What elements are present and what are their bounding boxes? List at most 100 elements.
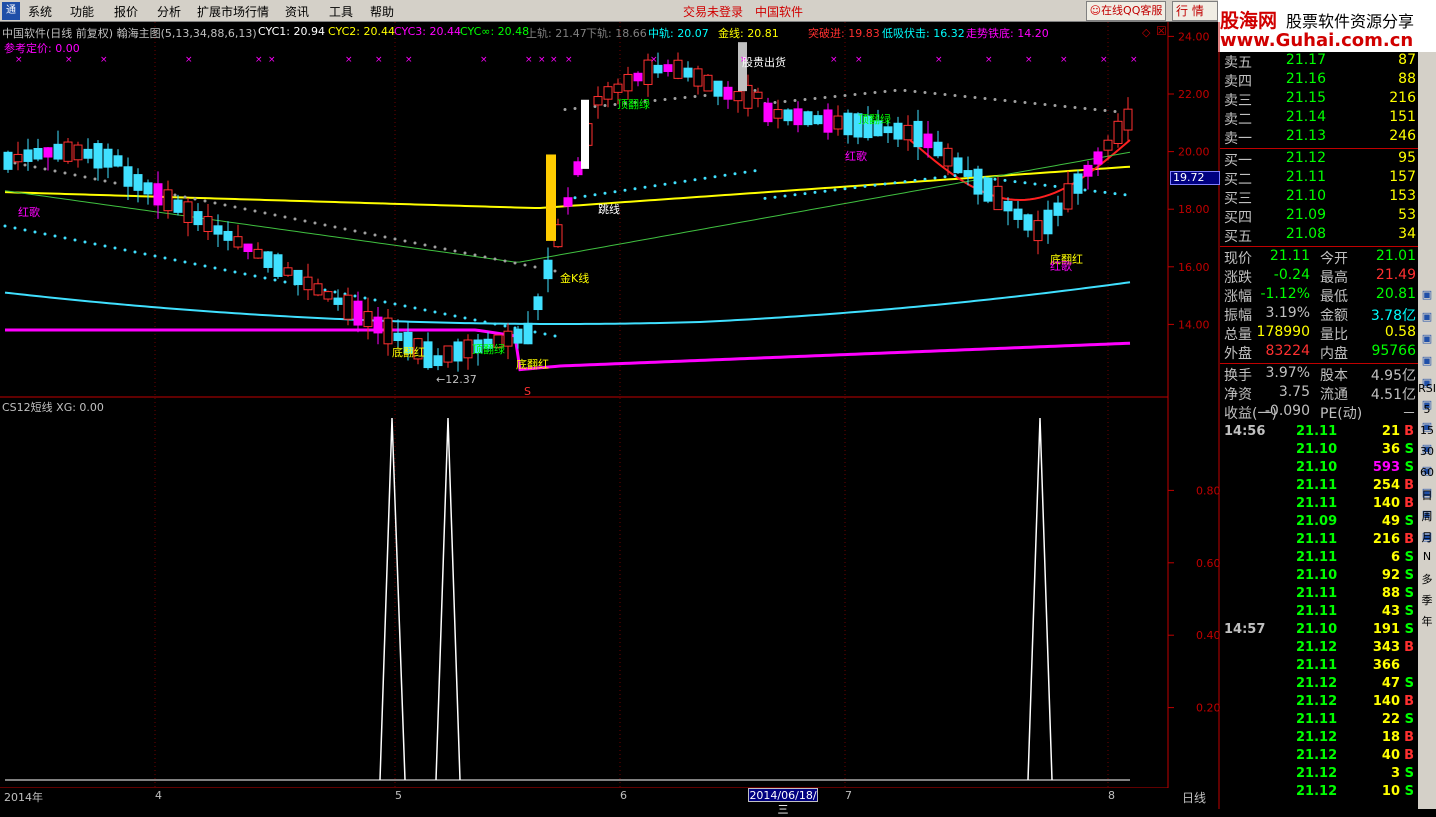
ask-row[interactable]: 卖五 21.17 87	[1220, 52, 1418, 71]
bid-row[interactable]: 买四 21.09 53	[1220, 207, 1418, 226]
lower-band-dot	[623, 188, 627, 192]
upper-band-dot	[183, 195, 187, 199]
upper-band-dot	[943, 93, 947, 96]
upper-band-dot	[923, 91, 927, 94]
tick-side: S	[1404, 784, 1414, 799]
candle-body	[963, 170, 973, 177]
bid-row[interactable]: 买一 21.12 95	[1220, 150, 1418, 169]
tick-row: 21.12 3 S	[1220, 766, 1418, 784]
candle-body	[513, 328, 523, 344]
period-btn-1[interactable]: 5	[1418, 403, 1436, 416]
stat-label: 振幅	[1224, 308, 1252, 324]
bar-icon[interactable]: ▣	[1418, 354, 1436, 367]
upper-band-dot	[413, 241, 417, 245]
cursor-icon[interactable]: ▣	[1418, 288, 1436, 301]
ask-row[interactable]: 卖二 21.14 151	[1220, 109, 1418, 128]
tick-row: 21.11 140 B	[1220, 496, 1418, 514]
quote-volume: 151	[1389, 109, 1416, 125]
upper-band-dot	[783, 100, 787, 103]
candle-body	[53, 143, 63, 160]
tick-price: 21.11	[1296, 604, 1338, 619]
period-btn-3[interactable]: 30	[1418, 445, 1436, 458]
kline-chart[interactable]: 24.00 22.00 20.00 18.00 16.00 14.00 0.80 0.60 0.…	[0, 0, 1220, 809]
brand-slogan: 股票软件资源分享	[1286, 12, 1415, 31]
tick-price: 21.10	[1296, 622, 1338, 637]
bid-row[interactable]: 买五 21.08 34	[1220, 226, 1418, 245]
chart-icon[interactable]: ▣	[1418, 332, 1436, 345]
lower-band-dot	[283, 280, 287, 284]
lower-band-dot	[353, 294, 357, 298]
ask-row[interactable]: 卖一 21.13 246	[1220, 128, 1418, 147]
period-btn-0[interactable]: RSI	[1418, 382, 1436, 395]
upper-band-dot	[1003, 99, 1007, 102]
stat-row: 收益(一) -0.090 PE(动) －	[1220, 403, 1418, 422]
tick-list[interactable]: 14:56 21.11 21 B 21.10 36 S 21.10 593 S 21.11 254 B 2…	[1220, 424, 1418, 809]
period-btn-4[interactable]: 60	[1418, 466, 1436, 479]
stat-label: 外盘	[1224, 346, 1252, 362]
upper-band-dot	[553, 269, 557, 273]
upper-band-dot	[203, 199, 207, 203]
tick-row: 21.12 10 S	[1220, 784, 1418, 802]
period-btn-7[interactable]: 月	[1418, 529, 1436, 545]
tick-side: S	[1404, 604, 1414, 619]
bid-row[interactable]: 买三 21.10 153	[1220, 188, 1418, 207]
lower-band-dot	[393, 302, 397, 306]
stat-value: 4.51亿	[1370, 387, 1416, 403]
chart-grid	[0, 22, 1220, 809]
period-label[interactable]: 日线	[1182, 789, 1206, 806]
lower-band-dot	[713, 175, 717, 179]
close-icon[interactable]: ☒	[1156, 24, 1167, 38]
ask-row[interactable]: 卖三 21.15 216	[1220, 90, 1418, 109]
lower-band-dot	[93, 242, 97, 246]
expand-icon[interactable]: ◇	[1142, 26, 1150, 39]
tick-side: S	[1404, 676, 1414, 691]
stat-label: 量比	[1320, 327, 1348, 343]
candle-body	[503, 330, 513, 347]
y-tick-label: 24.00	[1178, 30, 1210, 43]
period-btn-2[interactable]: 15	[1418, 424, 1436, 437]
tick-row: 21.11 6 S	[1220, 550, 1418, 568]
tick-volume: 47	[1381, 676, 1400, 691]
lower-band-dot	[193, 262, 197, 266]
signal-mark: ×	[405, 55, 413, 65]
candle-body	[1123, 108, 1133, 131]
quote-label: 买四	[1224, 210, 1252, 226]
period-btn-8[interactable]: N	[1418, 550, 1436, 563]
quote-price: 21.15	[1285, 90, 1326, 106]
candle-body	[623, 73, 633, 92]
bid-row[interactable]: 买二 21.11 157	[1220, 169, 1418, 188]
indicator-2: CYC3: 20.44	[394, 25, 461, 38]
period-btn-10[interactable]: 季	[1418, 592, 1436, 608]
quote-volume: 157	[1389, 169, 1416, 185]
sub-y-tick-label: 0.40	[1196, 629, 1220, 642]
lower-band-dot	[73, 238, 77, 242]
lower-band-dot	[663, 182, 667, 186]
upper-band-dot	[53, 169, 57, 173]
lower-band-dot	[1013, 180, 1017, 184]
quote-volume: 95	[1398, 150, 1416, 166]
lower-band-dot	[183, 260, 187, 264]
period-btn-6[interactable]: 周	[1418, 508, 1436, 524]
upper-band-dot	[863, 92, 867, 95]
upper-band-dot	[793, 99, 797, 102]
chart-annotation: ←12.37	[436, 373, 477, 386]
upper-band-dot	[273, 213, 277, 217]
indicator-4: 上轨: 21.47	[526, 27, 587, 40]
signal-mark: ×	[1025, 55, 1033, 65]
candle-body	[843, 112, 853, 136]
ask-row[interactable]: 卖四 21.16 88	[1220, 71, 1418, 90]
candles	[3, 42, 1133, 372]
period-btn-11[interactable]: 年	[1418, 613, 1436, 629]
zoom-icon[interactable]: ▣	[1418, 310, 1436, 323]
period-btn-5[interactable]: 日	[1418, 487, 1436, 503]
stat-label: 最低	[1320, 289, 1348, 305]
lower-band-dot	[163, 256, 167, 260]
tick-price: 21.12	[1296, 784, 1338, 799]
candle-body	[1063, 183, 1073, 210]
quote-price: 21.17	[1285, 52, 1326, 68]
period-btn-9[interactable]: 多	[1418, 571, 1436, 587]
quote-price: 21.08	[1285, 226, 1326, 242]
upper-band-dot	[1073, 106, 1077, 109]
candle-body	[1013, 208, 1023, 220]
white-candle	[581, 99, 589, 169]
